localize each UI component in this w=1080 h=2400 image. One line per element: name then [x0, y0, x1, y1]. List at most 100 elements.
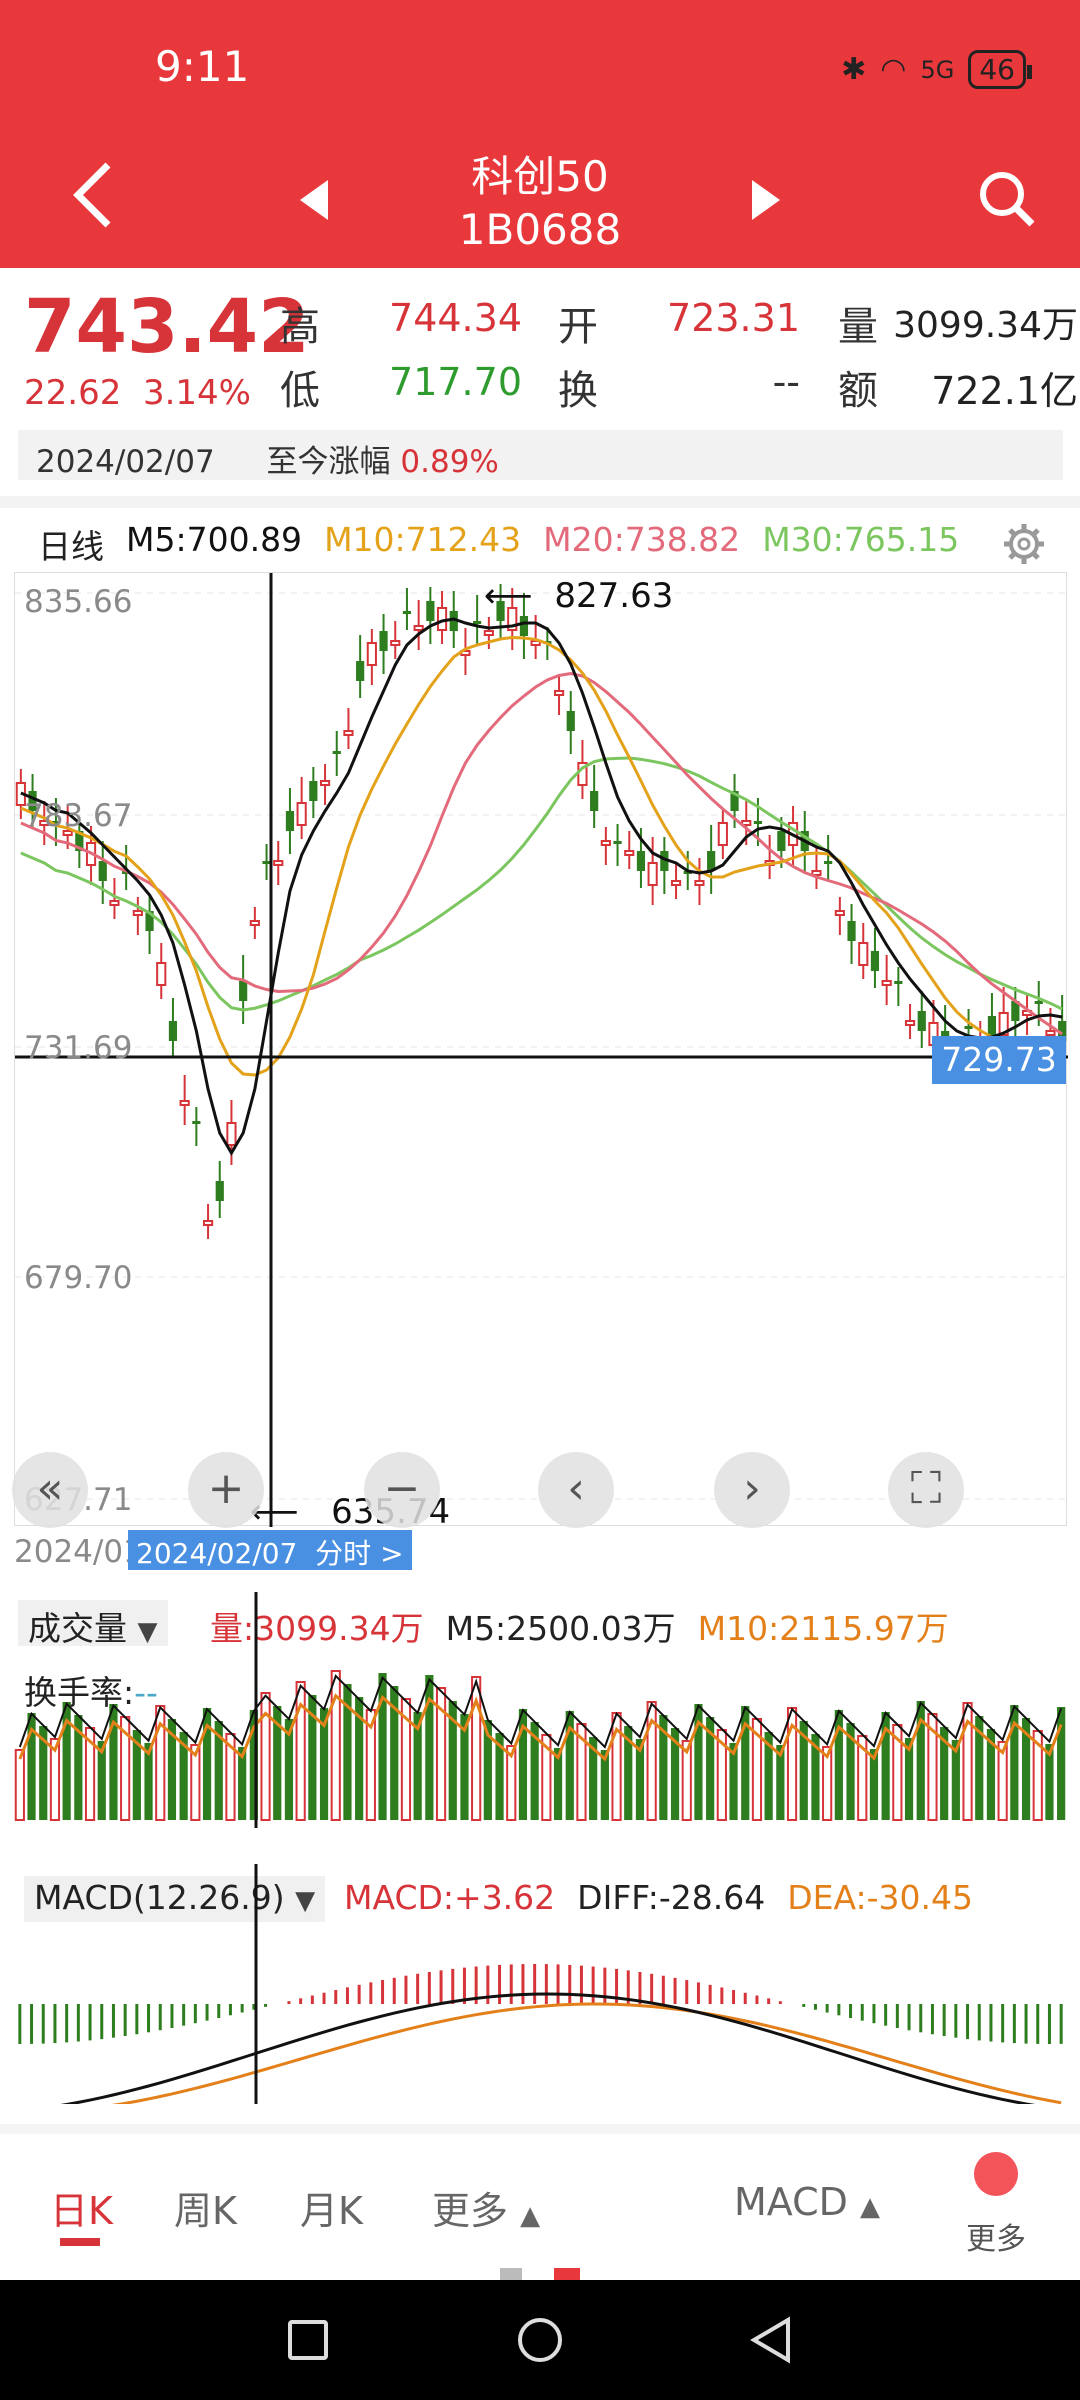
- candle-body: [379, 631, 388, 651]
- ma20-value: M20:738.82: [543, 520, 741, 559]
- wifi-icon: ◠: [880, 52, 907, 87]
- open-value: 723.31: [667, 296, 800, 340]
- candle-body: [647, 862, 658, 886]
- crosshair-date-button[interactable]: 2024/02/07 分时 >: [128, 1530, 412, 1570]
- candle-body: [636, 851, 646, 871]
- home-icon[interactable]: [518, 2318, 562, 2362]
- candle-body: [109, 900, 120, 906]
- candle-body: [777, 831, 786, 851]
- candle-body: [600, 840, 611, 846]
- candle-body: [753, 821, 763, 824]
- dea-line: [111, 2002, 1062, 2104]
- change-percent: 3.14%: [142, 373, 251, 413]
- caret-up-icon: ▲: [860, 2192, 881, 2222]
- candle-body: [613, 841, 622, 844]
- volume-label: 量: [838, 304, 878, 350]
- tab-more[interactable]: 更多 ▲: [432, 2180, 540, 2235]
- price-change: 22.62 3.14%: [24, 373, 251, 413]
- volume-bar: [378, 1673, 387, 1820]
- y-axis-label-1: 835.66: [24, 584, 133, 620]
- since-value: 0.89%: [400, 444, 499, 480]
- candle-body: [553, 690, 565, 696]
- divider: [0, 2124, 1080, 2134]
- candle-body: [834, 910, 845, 916]
- candle-body: [566, 711, 575, 731]
- candle-body: [309, 781, 318, 801]
- candle-body: [132, 910, 143, 916]
- ma-legend: 日线 M5:700.89 M10:712.43 M20:738.82 M30:7…: [38, 520, 959, 568]
- candlestick-plot: [15, 573, 1068, 1527]
- tab-monthly-k[interactable]: 月K: [300, 2180, 363, 2235]
- back-nav-icon[interactable]: [748, 2316, 792, 2368]
- tab-indicator-macd[interactable]: MACD ▲: [734, 2180, 880, 2224]
- stock-code: 1B0688: [458, 205, 622, 254]
- candle-body: [343, 730, 354, 736]
- candle-body: [179, 1100, 190, 1106]
- amount-label: 额: [838, 368, 878, 414]
- candle-body: [168, 1021, 178, 1041]
- scroll-right-icon[interactable]: ›: [714, 1452, 790, 1528]
- candle-body: [1045, 1030, 1056, 1036]
- tab-active-indicator: [60, 2238, 100, 2246]
- settings-gear-icon[interactable]: [1002, 522, 1046, 570]
- turnover-label: 换: [558, 368, 598, 414]
- volume-plot: [14, 1592, 1066, 1828]
- recent-apps-icon[interactable]: [288, 2320, 328, 2360]
- candle-body: [296, 802, 307, 826]
- search-icon[interactable]: [976, 168, 1036, 238]
- status-time: 9:11: [155, 42, 250, 91]
- candle-body: [987, 1016, 997, 1036]
- tab-more-label: 更多: [432, 2189, 509, 2233]
- ma30-value: M30:765.15: [762, 520, 960, 559]
- next-stock-icon[interactable]: [748, 172, 784, 232]
- candle-body: [426, 601, 435, 621]
- candle-body: [824, 861, 833, 864]
- system-nav-bar: [0, 2280, 1080, 2400]
- tab-daily-k[interactable]: 日K: [50, 2180, 113, 2235]
- ma10-value: M10:712.43: [324, 520, 522, 559]
- max-value: 827.63: [554, 576, 674, 616]
- last-price: 743.42: [24, 284, 310, 370]
- candle-body: [273, 860, 284, 866]
- more-dot-icon[interactable]: [974, 2152, 1018, 2196]
- candle-body: [717, 822, 728, 846]
- candle-body: [881, 980, 892, 986]
- change-amount: 22.62: [24, 373, 122, 413]
- ma5-line: [20, 617, 1063, 1156]
- candle-body: [402, 611, 412, 614]
- divider: [0, 496, 1080, 508]
- max-annotation: ⟵ 827.63: [484, 576, 674, 616]
- candle-body: [964, 1026, 973, 1029]
- candle-body: [894, 981, 903, 984]
- x-axis-start-date: 2024/01: [14, 1534, 143, 1570]
- candle-body: [156, 962, 167, 986]
- tab-weekly-k[interactable]: 周K: [174, 2180, 237, 2235]
- high-value: 744.34: [389, 296, 522, 340]
- candle-body: [1034, 1001, 1043, 1004]
- fullscreen-icon[interactable]: ⛶: [888, 1452, 964, 1528]
- page-dot: [500, 2268, 522, 2280]
- y-axis-label-3: 731.69: [24, 1030, 133, 1066]
- candle-body: [332, 751, 341, 754]
- zoom-out-icon[interactable]: −: [364, 1452, 440, 1528]
- candlestick-chart[interactable]: [14, 572, 1068, 1527]
- candle-body: [366, 642, 377, 666]
- more-tools-label[interactable]: 更多: [966, 2214, 1026, 2258]
- battery-icon: 46: [968, 50, 1032, 89]
- volume-bar: [425, 1675, 434, 1820]
- low-value: 717.70: [389, 360, 522, 404]
- rewind-icon[interactable]: «: [12, 1452, 88, 1528]
- zoom-in-icon[interactable]: +: [188, 1452, 264, 1528]
- header-bar: 9:11 ✱ ◠ 5G 46 科创50 1B0688: [0, 0, 1080, 268]
- candle-body: [249, 920, 260, 926]
- candle-body: [519, 616, 529, 636]
- candle-body: [694, 880, 705, 886]
- candle-body: [202, 1220, 214, 1226]
- period-label: 日线: [38, 527, 104, 566]
- volume-bar: [14, 1749, 25, 1821]
- candle-body: [356, 661, 365, 681]
- candle-body: [262, 861, 271, 864]
- scroll-left-icon[interactable]: ‹: [538, 1452, 614, 1528]
- candle-body: [590, 791, 599, 811]
- candle-body: [670, 880, 682, 886]
